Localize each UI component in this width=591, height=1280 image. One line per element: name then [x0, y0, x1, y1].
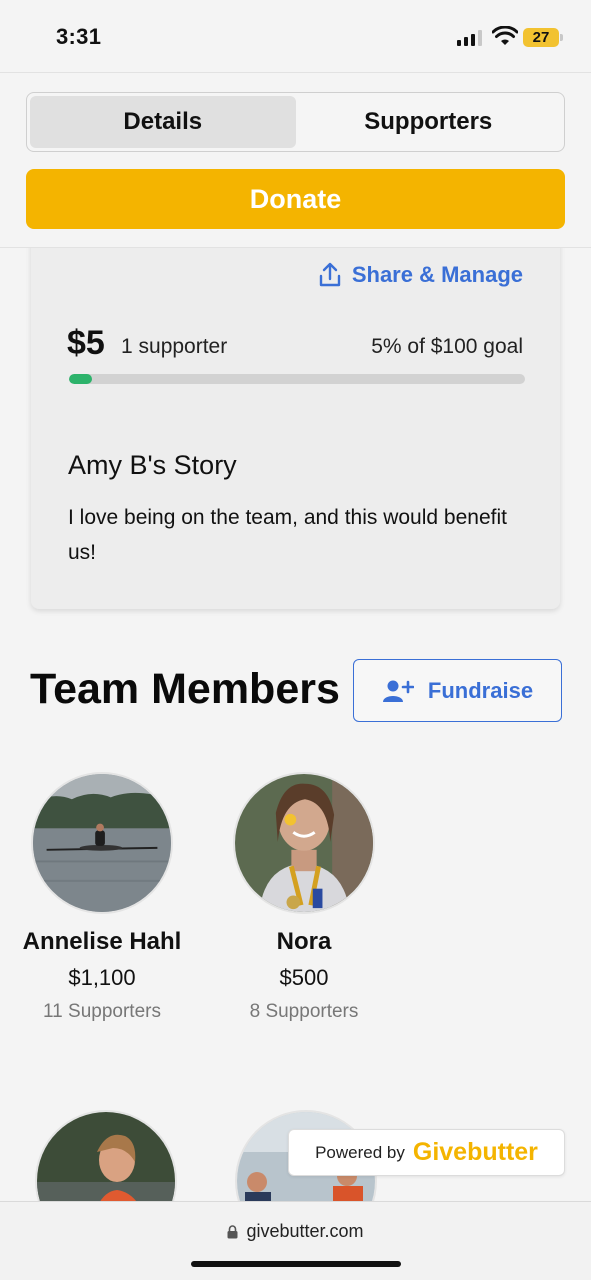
- member-name: Nora: [276, 928, 332, 955]
- member-card-annelise[interactable]: Annelise Hahl $1,100 11 Supporters: [12, 772, 192, 1028]
- avatar: [31, 772, 173, 914]
- medal-photo: [235, 774, 373, 912]
- tab-switcher: Details Supporters: [26, 92, 565, 152]
- share-icon: [319, 262, 341, 287]
- donate-button[interactable]: Donate: [26, 169, 565, 229]
- member-supporters: 11 Supporters: [43, 1001, 161, 1022]
- fundraise-label: Fundraise: [427, 677, 534, 703]
- share-manage-link[interactable]: Share & Manage: [318, 262, 523, 288]
- status-bar: 3:31 27: [0, 0, 591, 72]
- add-user-icon: [382, 680, 414, 702]
- member-amount: $500: [279, 965, 329, 990]
- campaign-card: Share & Manage $5 1 supporter 5% of $100…: [31, 200, 560, 609]
- supporter-count: 1 supporter: [121, 335, 228, 358]
- member-name: Annelise Hahl: [22, 928, 182, 955]
- lock-icon: [227, 1224, 238, 1238]
- member-amount: $1,100: [68, 965, 136, 990]
- cellular-signal-icon: [457, 30, 482, 46]
- status-time: 3:31: [56, 24, 102, 49]
- member-card-nora[interactable]: Nora $500 8 Supporters: [214, 772, 394, 1028]
- progress-bar: [69, 374, 525, 384]
- amount-raised: $5: [67, 324, 105, 362]
- powered-by-badge[interactable]: Powered by Givebutter: [288, 1129, 565, 1176]
- tab-details[interactable]: Details: [30, 96, 296, 148]
- sticky-header: Details Supporters Donate: [0, 72, 591, 248]
- story-title: Amy B's Story: [68, 450, 237, 480]
- rowing-photo: [33, 774, 171, 912]
- fundraise-button[interactable]: Fundraise: [353, 659, 562, 722]
- givebutter-logo: Givebutter: [412, 1138, 538, 1166]
- member-supporters: 8 Supporters: [249, 1001, 359, 1022]
- home-indicator[interactable]: [191, 1261, 401, 1267]
- browser-address-bar[interactable]: givebutter.com: [0, 1201, 591, 1280]
- goal-progress-text: 5% of $100 goal: [371, 335, 523, 358]
- tab-supporters[interactable]: Supporters: [296, 96, 562, 148]
- progress-bar-fill: [69, 374, 92, 384]
- story-text: I love being on the team, and this would…: [68, 506, 507, 564]
- share-manage-label: Share & Manage: [351, 262, 523, 287]
- team-members-heading: Team Members: [30, 665, 340, 713]
- powered-by-label: Powered by: [315, 1142, 405, 1162]
- wifi-icon: [492, 26, 518, 45]
- url-text: givebutter.com: [246, 1221, 364, 1241]
- battery-tip: [560, 34, 563, 41]
- avatar: [233, 772, 375, 914]
- url-display[interactable]: givebutter.com: [0, 1221, 591, 1242]
- battery-icon: 27: [523, 28, 559, 47]
